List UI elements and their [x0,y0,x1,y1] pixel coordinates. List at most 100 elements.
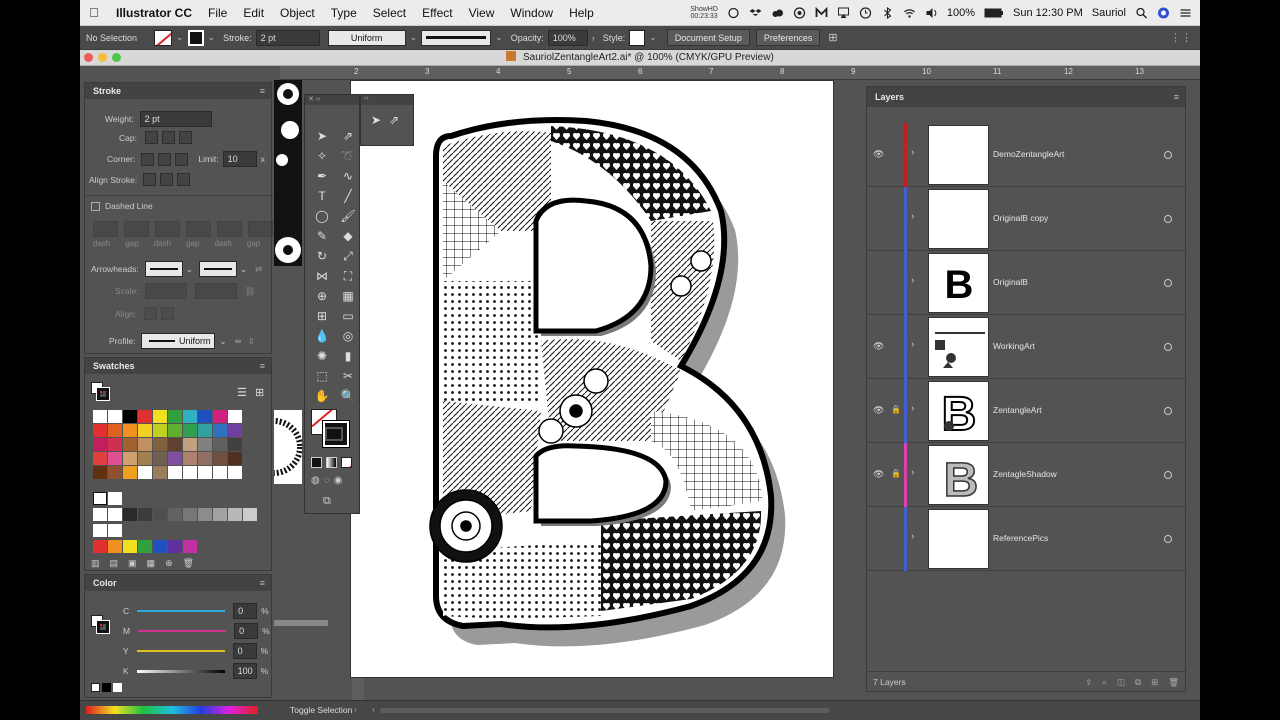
color-swatch[interactable] [168,424,182,437]
color-swatch[interactable] [93,452,107,465]
airplay-icon[interactable] [837,7,850,19]
panel-menu-icon[interactable]: ≡ [260,358,265,374]
delete-swatch-icon[interactable]: 🗑 [183,558,194,569]
color-swatch[interactable] [228,438,242,451]
thumbnail-view-icon[interactable]: ⊞ [255,386,264,399]
eye-icon[interactable]: 👁 [873,405,885,415]
panel-menu-icon[interactable]: ≡ [260,83,265,99]
gradient-tool-icon[interactable]: ▭ [337,307,359,325]
zentangle-letter-b[interactable] [351,81,835,679]
menu-file[interactable]: File [200,6,235,20]
shaper-tool-icon[interactable]: ✎ [311,227,333,245]
color-swatch[interactable] [183,466,197,479]
variable-width-profile[interactable]: Uniform [327,29,406,46]
draw-inside-icon[interactable]: ◉ [334,475,343,486]
swatch-none[interactable] [93,492,107,505]
layer-target-icon[interactable] [1164,471,1172,479]
arrange-documents-icon[interactable]: ⋮⋮ [1170,31,1192,44]
menu-help[interactable]: Help [561,6,602,20]
yellow-value[interactable]: 0 [232,643,257,659]
fill-stroke-indicator[interactable] [91,615,110,634]
layer-name[interactable]: DemoZentangleArt [993,149,1064,159]
color-swatch[interactable] [228,452,242,465]
none-mode-icon[interactable] [341,457,352,468]
gray-swatch[interactable] [198,508,212,521]
battery-icon[interactable] [984,7,1004,19]
graphic-style-swatch[interactable] [629,29,646,46]
layer-row[interactable]: 👁 🔒 › B ZentagleShadow [867,443,1187,507]
new-color-group-icon[interactable]: ▦ [147,558,156,569]
layer-row[interactable]: 👁 🔒 › B ZentangleArt [867,379,1187,443]
color-swatch[interactable] [183,452,197,465]
butt-cap-icon[interactable] [144,131,158,144]
swatch-group-grays[interactable] [93,508,257,521]
flyout-grip[interactable]: ‹‹ [361,95,413,105]
chevron-right-icon[interactable]: › [911,147,914,158]
layer-target-icon[interactable] [1164,215,1172,223]
layer-row[interactable]: › B OriginalB [867,251,1187,315]
dashed-line-checkbox[interactable] [91,201,100,211]
selection-tool-icon[interactable]: ➤ [371,113,381,127]
bright-swatch[interactable] [138,540,152,553]
notification-center-icon[interactable] [1179,7,1192,19]
menu-object[interactable]: Object [272,6,323,20]
color-swatch[interactable] [153,452,167,465]
offscreen-art[interactable] [274,80,302,266]
chevron-right-icon[interactable]: › [592,33,595,43]
layer-target-icon[interactable] [1164,407,1172,415]
color-swatch[interactable] [228,410,242,423]
siri-icon[interactable] [1157,7,1170,19]
bright-swatch[interactable] [123,540,137,553]
volume-icon[interactable] [925,7,938,19]
start-scale-field[interactable] [144,283,187,299]
chevron-right-icon[interactable]: › [354,704,357,714]
selection-tool-icon[interactable]: ➤ [311,127,333,145]
clock[interactable]: Sun 12:30 PM [1013,7,1083,19]
gray-swatch[interactable] [228,508,242,521]
width-tool-icon[interactable]: ⋈ [311,267,333,285]
swatch-white[interactable] [93,524,107,537]
gray-swatch[interactable] [243,508,257,521]
gray-swatch[interactable] [153,508,167,521]
new-layer-icon[interactable]: ⊞ [1151,672,1158,692]
menu-window[interactable]: Window [502,6,561,20]
color-swatch[interactable] [138,410,152,423]
color-swatch[interactable] [213,424,227,437]
locate-object-icon[interactable]: ⌕ [1102,672,1107,692]
bright-swatch[interactable] [93,540,107,553]
swatch-white[interactable] [108,492,122,505]
menu-app-name[interactable]: Illustrator CC [108,6,200,20]
close-window-button[interactable] [84,53,93,62]
color-swatch[interactable] [93,438,107,451]
cyan-value[interactable]: 0 [233,603,258,619]
eyedropper-tool-icon[interactable]: 💧 [311,327,333,345]
shape-builder-tool-icon[interactable]: ⊕ [311,287,333,305]
artboard-tool-icon[interactable]: ⬚ [311,367,333,385]
tools-panel-grip[interactable]: ✕ ‹‹ [305,95,359,105]
color-swatch[interactable] [93,466,107,479]
color-swatch[interactable] [168,438,182,451]
creative-cloud-icon[interactable] [771,7,784,19]
document-setup-button[interactable]: Document Setup [666,29,750,46]
color-swatch[interactable] [108,438,122,451]
pen-tool-icon[interactable]: ✒ [311,167,333,185]
scale-tool-icon[interactable]: ⤢ [337,247,359,265]
black-slider[interactable] [136,669,225,673]
draw-behind-icon[interactable]: ◌ [324,475,330,486]
horizontal-scrollbar[interactable] [380,708,830,713]
gap-field[interactable] [248,221,273,237]
gap-field[interactable] [186,221,211,237]
layer-row[interactable]: 👁 › WorkingArt [867,315,1187,379]
stroke-weight-field[interactable]: 2 pt [255,29,320,46]
offscreen-line[interactable] [274,620,328,626]
color-swatch[interactable] [138,424,152,437]
link-icon[interactable]: ⛓ [245,286,256,297]
flip-along-icon[interactable]: ⇹ [235,336,242,347]
lock-icon[interactable]: 🔒 [891,469,901,478]
color-swatch[interactable] [123,466,137,479]
rotate-tool-icon[interactable]: ↻ [311,247,333,265]
projecting-cap-icon[interactable] [178,131,192,144]
color-swatch[interactable] [213,466,227,479]
artboard[interactable] [350,80,834,678]
color-swatch[interactable] [213,452,227,465]
